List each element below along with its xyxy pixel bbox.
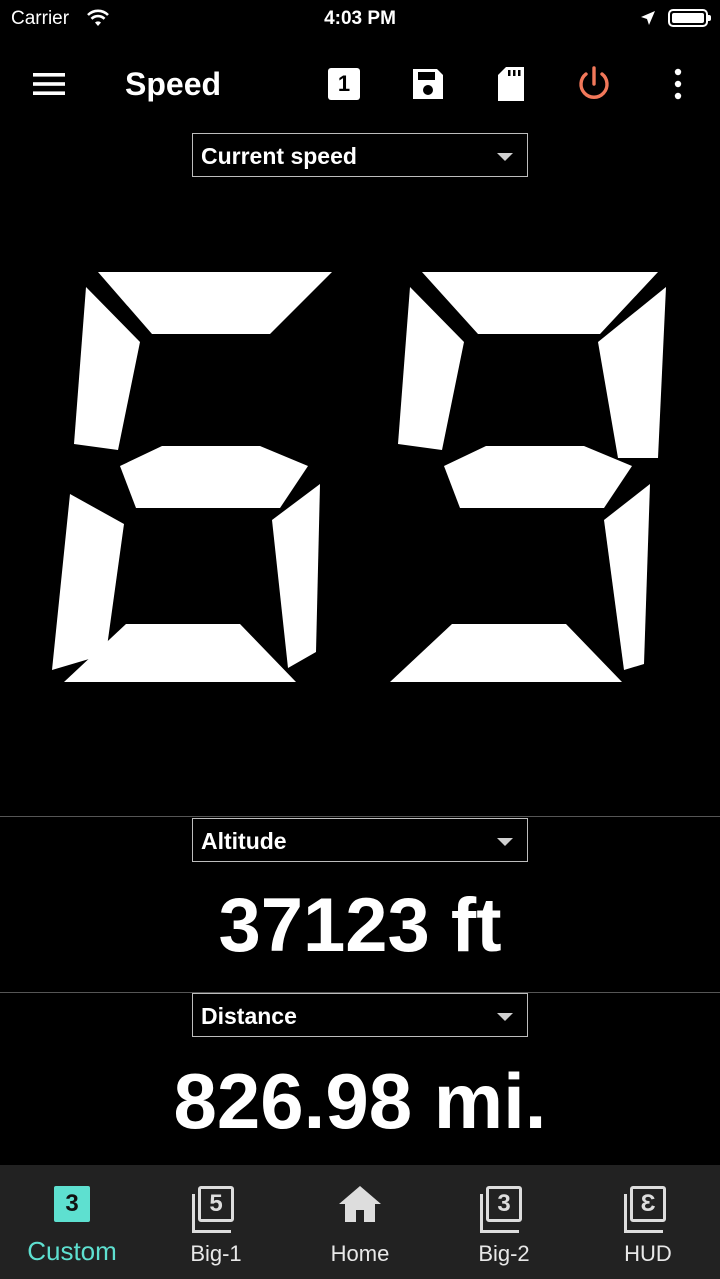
- distance-value: 826.98 mi.: [173, 1057, 547, 1145]
- digit-six: [52, 272, 332, 682]
- page-badge-icon: 1: [328, 68, 360, 100]
- chevron-down-icon: [497, 153, 513, 161]
- chevron-down-icon: [497, 838, 513, 846]
- distance-metric-selector[interactable]: Distance: [192, 993, 528, 1037]
- tab-badge: 3: [480, 1186, 522, 1233]
- tab-label: Big-2: [478, 1241, 530, 1266]
- battery-icon: [668, 9, 711, 27]
- tab-badge: 5: [192, 1186, 234, 1233]
- page-title: Speed: [125, 66, 222, 102]
- page-badge-number: 1: [337, 71, 351, 96]
- tab-bar: 3 Custom 5 Big-1 Home 3 Big-2 Ɛ HUD: [0, 1165, 720, 1279]
- divider: [0, 816, 720, 817]
- altitude-value: 37123 ft: [218, 883, 502, 968]
- altitude-metric-selector[interactable]: Altitude: [192, 818, 528, 862]
- altitude-metric-label: Altitude: [201, 828, 287, 854]
- menu-icon[interactable]: [27, 62, 71, 106]
- toolbar: Speed 1: [0, 50, 720, 120]
- tab-label: Home: [330, 1241, 390, 1266]
- location-arrow-icon: [641, 11, 655, 25]
- power-button[interactable]: [572, 62, 616, 106]
- big-1-tab-icon: 5: [191, 1179, 241, 1233]
- tab-big-1[interactable]: 5 Big-1: [144, 1165, 288, 1279]
- home-icon: [335, 1179, 385, 1229]
- tab-big-2[interactable]: 3 Big-2: [432, 1165, 576, 1279]
- power-icon: [579, 66, 609, 99]
- status-bar: Carrier 4:03 PM: [0, 0, 720, 38]
- sd-card-button[interactable]: [489, 62, 533, 106]
- status-time: 4:03 PM: [324, 8, 396, 29]
- primary-metric-label: Current speed: [201, 143, 357, 169]
- floppy-disk-icon: [413, 69, 443, 99]
- more-options-icon[interactable]: [656, 62, 700, 106]
- tab-label: HUD: [624, 1241, 672, 1266]
- tab-home[interactable]: Home: [288, 1165, 432, 1279]
- page-one-button[interactable]: 1: [322, 62, 366, 106]
- big-2-tab-icon: 3: [479, 1179, 529, 1233]
- tab-badge: 3: [54, 1186, 90, 1222]
- save-button[interactable]: [406, 62, 450, 106]
- distance-metric-label: Distance: [201, 1003, 297, 1029]
- speed-display: 69: [52, 272, 666, 682]
- hud-tab-icon: Ɛ: [623, 1179, 673, 1233]
- tab-custom[interactable]: 3 Custom: [0, 1165, 144, 1279]
- tab-label: Big-1: [190, 1241, 242, 1266]
- tab-badge: Ɛ: [624, 1186, 666, 1233]
- digit-nine: [390, 272, 666, 682]
- primary-metric-selector[interactable]: Current speed: [192, 133, 528, 177]
- tab-label: Custom: [27, 1236, 117, 1266]
- sd-card-icon: [498, 67, 524, 101]
- custom-tab-icon: 3: [47, 1179, 97, 1229]
- tab-hud[interactable]: Ɛ HUD: [576, 1165, 720, 1279]
- chevron-down-icon: [497, 1013, 513, 1021]
